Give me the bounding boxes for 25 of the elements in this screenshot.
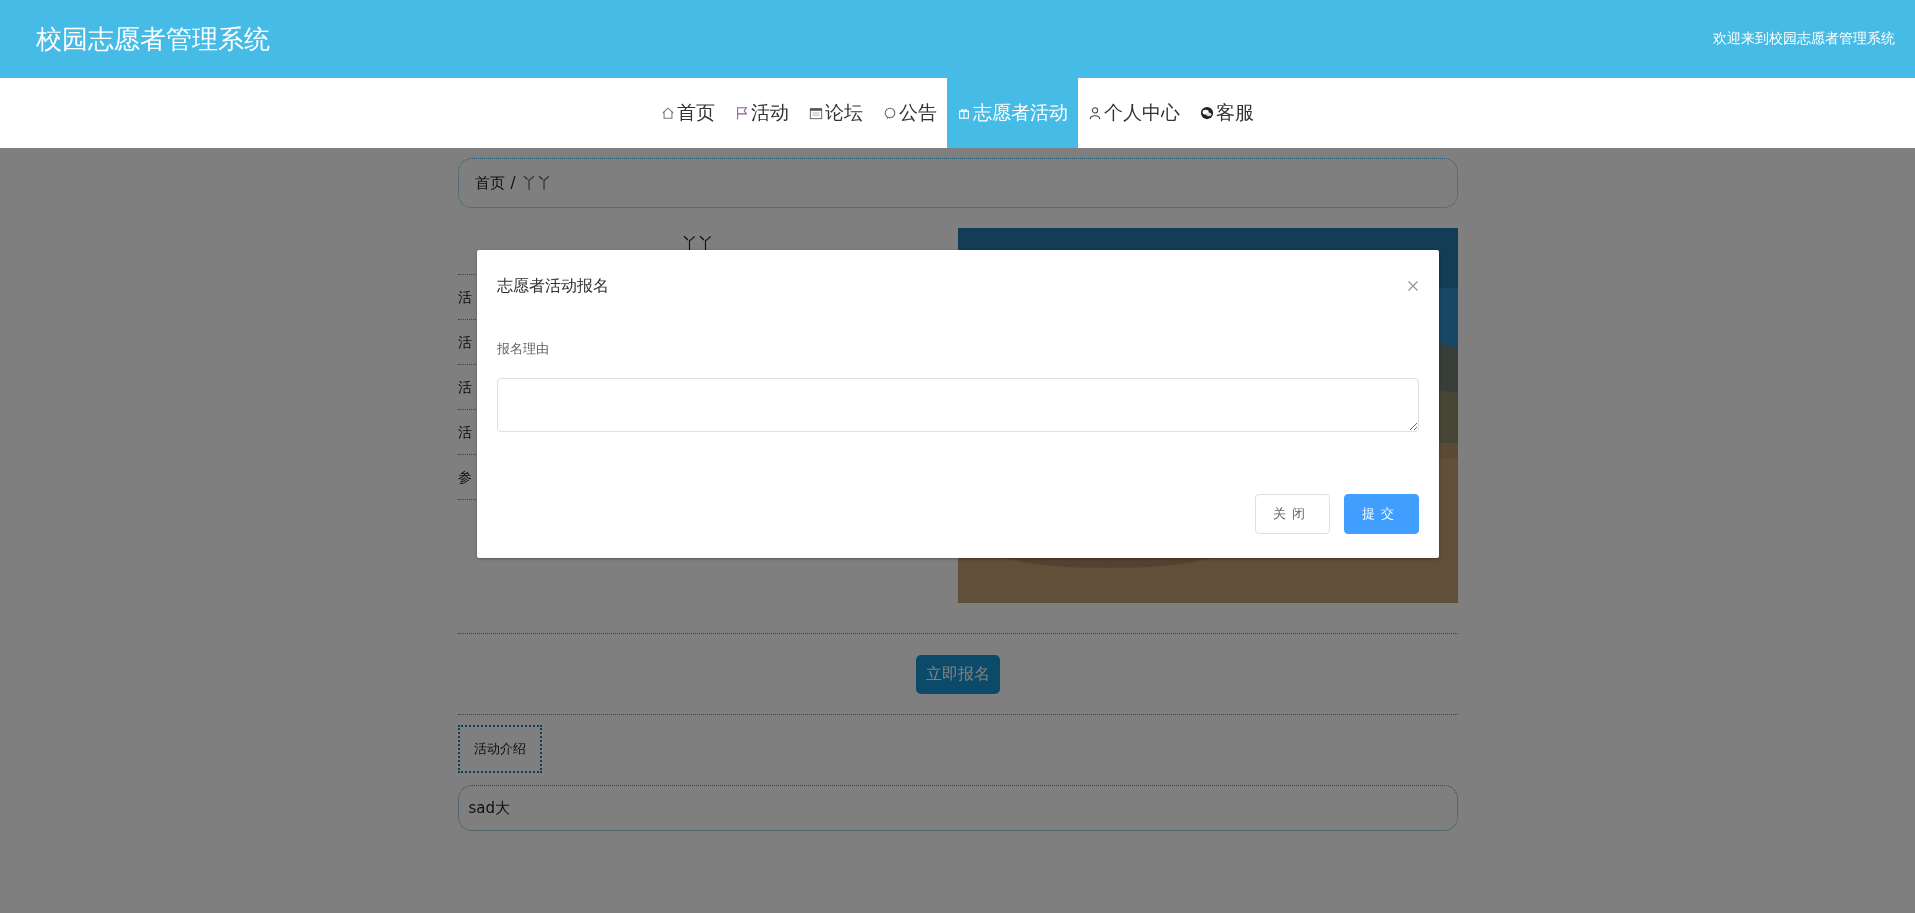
speech-bubble-icon [883, 106, 897, 120]
close-button[interactable]: 关闭 [1254, 494, 1330, 534]
breadcrumb-link[interactable]: 首页 [474, 173, 505, 193]
welcome-text: 欢迎来到校园志愿者管理系统 [1713, 30, 1895, 48]
reason-field[interactable] [496, 378, 1419, 432]
dialog-title: 志愿者活动报名 [496, 275, 609, 297]
intro-tab[interactable]: 活动介绍 [457, 725, 542, 773]
nav-tab[interactable]: 首页 [651, 78, 725, 148]
nav-tab[interactable]: 论坛 [799, 78, 873, 148]
home-icon [661, 106, 675, 120]
person-icon [1088, 106, 1102, 120]
breadcrumb-current: 丫丫 [521, 173, 552, 193]
breadcrumb-separator: / [510, 174, 516, 192]
nav-tab[interactable]: 公告 [873, 78, 947, 148]
chat-icon [1200, 106, 1214, 120]
nav-tab[interactable]: 个人中心 [1078, 78, 1190, 148]
close-icon[interactable] [1406, 280, 1419, 292]
gift-icon [957, 106, 971, 120]
activity-title: 丫丫 [680, 234, 715, 255]
calendar-icon [809, 106, 823, 120]
nav-tab[interactable]: 客服 [1190, 78, 1264, 148]
field-label: 报名理由 [496, 340, 550, 358]
flag-icon [735, 106, 749, 120]
nav-tab[interactable]: 活动 [725, 78, 799, 148]
site-title: 校园志愿者管理系统 [36, 22, 270, 56]
